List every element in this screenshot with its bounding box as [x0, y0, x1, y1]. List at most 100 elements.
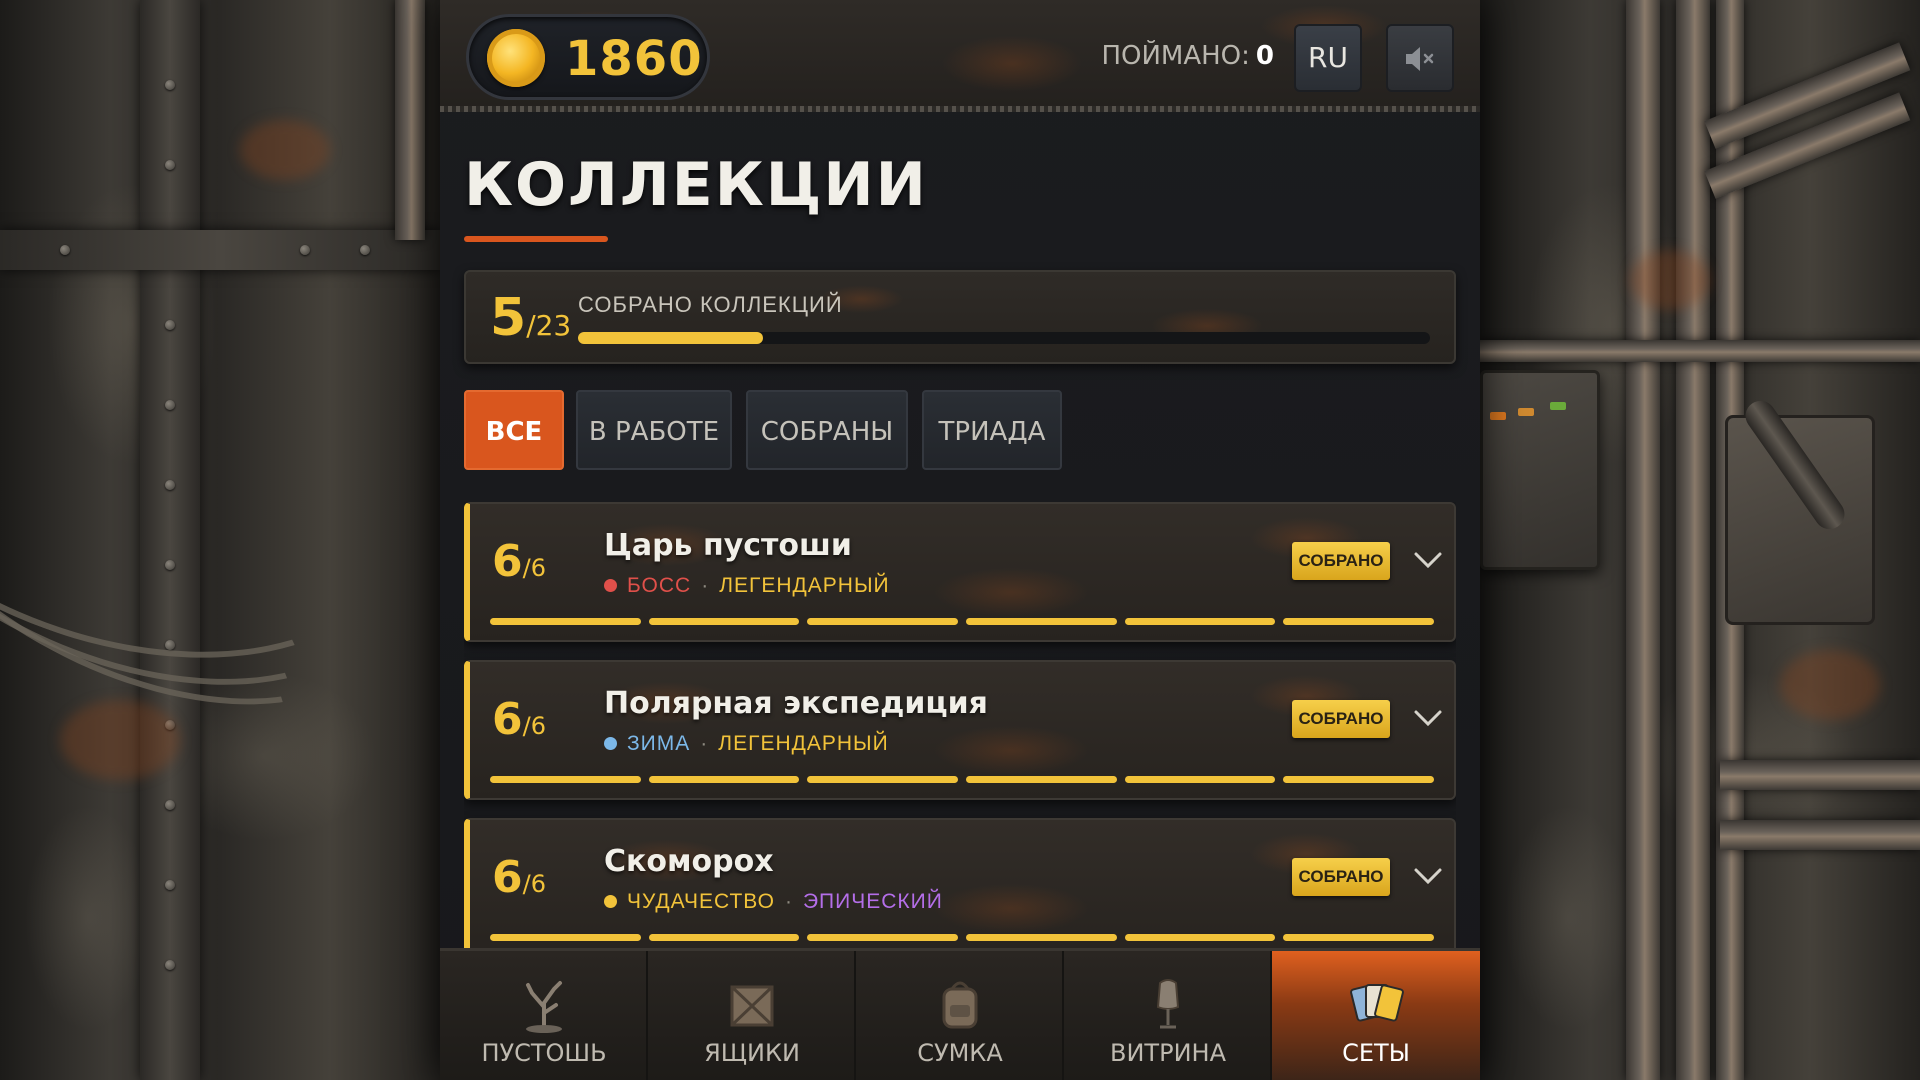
- language-button[interactable]: RU: [1294, 24, 1362, 92]
- category-dot: [604, 895, 617, 908]
- collected-badge: СОБРАНО: [1292, 542, 1390, 580]
- sound-toggle-button[interactable]: [1386, 24, 1454, 92]
- nav-label: СУМКА: [917, 1039, 1003, 1067]
- collection-meta: ЧУДАЧЕСТВО · ЭПИЧЕСКИЙ: [604, 890, 943, 914]
- collection-count: 6/6: [492, 536, 546, 587]
- tab-triad[interactable]: ТРИАДА: [922, 390, 1062, 470]
- collection-count-total: /6: [522, 712, 546, 740]
- progress-segment: [966, 776, 1117, 783]
- mannequin-icon: [1138, 973, 1198, 1033]
- collected-badge: СОБРАНО: [1292, 700, 1390, 738]
- caught-label: ПОЙМАНО:: [1101, 41, 1250, 71]
- collection-count: 6/6: [492, 694, 546, 745]
- collection-count-value: 6: [492, 852, 523, 903]
- collection-name: Полярная экспедиция: [604, 686, 988, 721]
- coin-icon: [487, 29, 545, 87]
- bottom-navigation: ПУСТОШЬ ЯЩИКИ СУМКА ВИТРИНА СЕТЫ: [440, 948, 1480, 1080]
- collection-card[interactable]: 6/6 Царь пустоши БОСС · ЛЕГЕНДАРНЫЙ СОБРАН…: [464, 502, 1456, 642]
- collection-name: Скоморох: [604, 844, 774, 879]
- tab-collected[interactable]: СОБРАНЫ: [746, 390, 908, 470]
- coin-amount: 1860: [565, 31, 703, 87]
- progress-segment: [807, 618, 958, 625]
- collection-count-value: 6: [492, 694, 523, 745]
- collection-count: 6/6: [492, 852, 546, 903]
- collection-progress-segments: [490, 934, 1434, 942]
- collection-category: ЧУДАЧЕСТВО: [627, 890, 775, 913]
- chevron-down-icon[interactable]: [1408, 540, 1448, 580]
- caught-counter: ПОЙМАНО: 0: [1101, 36, 1274, 76]
- summary-progress-bar: [578, 332, 1430, 344]
- collected-badge: СОБРАНО: [1292, 858, 1390, 896]
- progress-segment: [1124, 618, 1276, 625]
- summary-progress-fill: [578, 332, 763, 344]
- chevron-down-icon[interactable]: [1408, 856, 1448, 896]
- tab-all[interactable]: ВСЕ: [464, 390, 564, 470]
- collections-list: 6/6 Царь пустоши БОСС · ЛЕГЕНДАРНЫЙ СОБРАН…: [464, 502, 1456, 948]
- progress-segment: [1283, 618, 1434, 625]
- background-wall-left: [0, 0, 440, 1080]
- progress-segment: [1283, 934, 1434, 941]
- nav-sets[interactable]: СЕТЫ: [1272, 951, 1480, 1080]
- progress-segment: [1283, 776, 1434, 783]
- collection-card[interactable]: 6/6 Полярная экспедиция ЗИМА · ЛЕГЕНДАРНЫЙ…: [464, 660, 1456, 800]
- category-dot: [604, 579, 617, 592]
- summary-label: СОБРАНО КОЛЛЕКЦИЙ: [578, 292, 843, 317]
- cards-icon: [1346, 973, 1406, 1033]
- progress-segment: [490, 776, 641, 783]
- nav-showcase[interactable]: ВИТРИНА: [1064, 951, 1272, 1080]
- meta-separator: ·: [701, 574, 710, 597]
- nav-wasteland[interactable]: ПУСТОШЬ: [440, 951, 648, 1080]
- collection-progress-segments: [490, 776, 1434, 784]
- collections-panel: 1860 ПОЙМАНО: 0 RU КОЛЛЕКЦИИ 5/23 СОБРАНО…: [440, 0, 1480, 1080]
- collection-category: ЗИМА: [627, 732, 691, 755]
- crate-icon: [722, 973, 782, 1033]
- background-wall-right: [1480, 0, 1920, 1080]
- collection-category: БОСС: [627, 574, 692, 597]
- meta-separator: ·: [700, 732, 709, 755]
- progress-segment: [490, 618, 641, 625]
- collections-summary: 5/23 СОБРАНО КОЛЛЕКЦИЙ: [464, 270, 1456, 364]
- summary-count: 5/23: [490, 288, 571, 348]
- progress-segment: [1124, 776, 1276, 783]
- nav-crates[interactable]: ЯЩИКИ: [648, 951, 856, 1080]
- collection-count-total: /6: [522, 870, 546, 898]
- collection-meta: ЗИМА · ЛЕГЕНДАРНЫЙ: [604, 732, 889, 756]
- tab-in-progress[interactable]: В РАБОТЕ: [576, 390, 732, 470]
- progress-segment: [648, 934, 800, 941]
- category-dot: [604, 737, 617, 750]
- summary-collected: 5: [490, 288, 527, 348]
- progress-segment: [648, 618, 800, 625]
- collection-card[interactable]: 6/6 Скоморох ЧУДАЧЕСТВО · ЭПИЧЕСКИЙ СОБРАН…: [464, 818, 1456, 948]
- page-title: КОЛЛЕКЦИИ: [464, 150, 928, 220]
- progress-segment: [807, 776, 958, 783]
- coin-balance: 1860: [466, 14, 710, 100]
- chevron-down-icon[interactable]: [1408, 698, 1448, 738]
- collection-count-total: /6: [522, 554, 546, 582]
- progress-segment: [966, 934, 1117, 941]
- collection-rarity: ЛЕГЕНДАРНЫЙ: [718, 732, 889, 755]
- collection-meta: БОСС · ЛЕГЕНДАРНЫЙ: [604, 574, 890, 598]
- muted-speaker-icon: [1406, 47, 1434, 71]
- title-underline: [464, 236, 608, 242]
- summary-total: /23: [526, 309, 572, 342]
- collection-count-value: 6: [492, 536, 523, 587]
- nav-label: ПУСТОШЬ: [481, 1039, 607, 1067]
- dead-tree-icon: [514, 973, 574, 1033]
- progress-segment: [1124, 934, 1276, 941]
- collection-name: Царь пустоши: [604, 528, 852, 563]
- progress-segment: [966, 618, 1117, 625]
- progress-segment: [807, 934, 958, 941]
- nav-label: СЕТЫ: [1342, 1039, 1410, 1067]
- collection-rarity: ЭПИЧЕСКИЙ: [802, 890, 943, 913]
- nav-bag[interactable]: СУМКА: [856, 951, 1064, 1080]
- progress-segment: [648, 776, 800, 783]
- meta-separator: ·: [784, 890, 793, 913]
- nav-label: ВИТРИНА: [1110, 1039, 1226, 1067]
- top-bar: 1860 ПОЙМАНО: 0 RU: [440, 0, 1480, 112]
- progress-segment: [490, 934, 641, 941]
- collection-progress-segments: [490, 618, 1434, 626]
- collection-rarity: ЛЕГЕНДАРНЫЙ: [719, 574, 890, 597]
- backpack-icon: [930, 973, 990, 1033]
- nav-label: ЯЩИКИ: [704, 1039, 800, 1067]
- caught-value: 0: [1255, 41, 1274, 71]
